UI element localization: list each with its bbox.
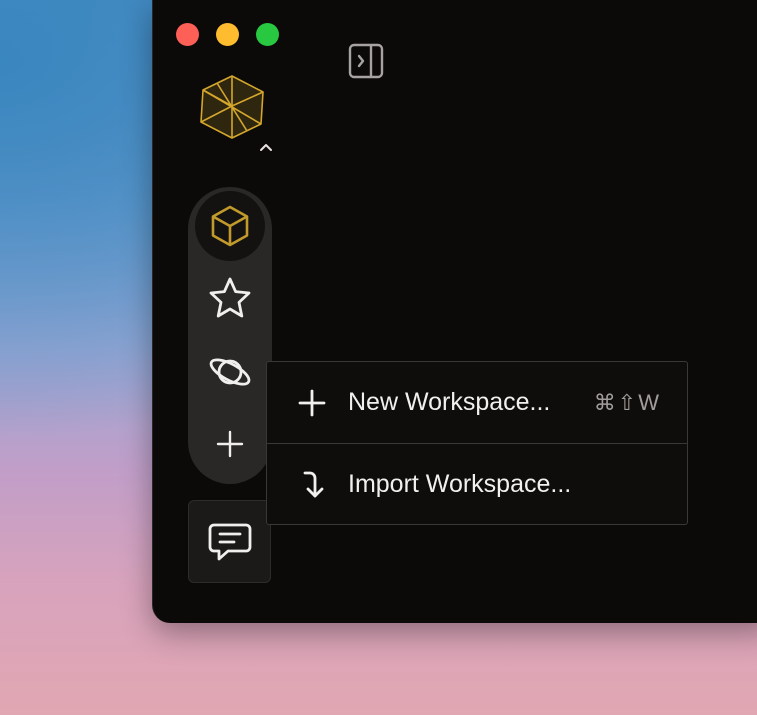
minimize-button[interactable] <box>216 23 239 46</box>
sidebar-toggle-icon <box>348 43 384 79</box>
workspace-context-menu: New Workspace... ⌘⇧W Import Workspace... <box>266 361 688 525</box>
desktop-background: New Workspace... ⌘⇧W Import Workspace... <box>0 0 757 715</box>
cube-workspace-icon <box>211 205 249 247</box>
chevron-up-icon <box>260 144 272 151</box>
keyboard-shortcut: ⌘⇧W <box>593 389 661 415</box>
plus-icon <box>216 430 244 458</box>
maximize-button[interactable] <box>256 23 279 46</box>
explore-button[interactable] <box>195 337 265 407</box>
menu-item-new-workspace[interactable]: New Workspace... ⌘⇧W <box>267 362 687 444</box>
import-arrow-icon <box>297 470 327 500</box>
star-icon <box>209 277 251 318</box>
app-window <box>152 0 757 623</box>
menu-item-label: Import Workspace... <box>348 470 572 498</box>
cube-logo-icon <box>200 75 264 139</box>
app-logo <box>197 74 267 140</box>
favorites-button[interactable] <box>195 263 265 333</box>
workspace-button-current[interactable] <box>195 191 265 261</box>
menu-item-label: New Workspace... <box>348 388 551 416</box>
add-workspace-button[interactable] <box>195 409 265 479</box>
chat-button[interactable] <box>188 500 271 583</box>
workspace-switcher-chevron[interactable] <box>257 140 275 154</box>
close-button[interactable] <box>176 23 199 46</box>
plus-icon <box>297 388 327 418</box>
planet-icon <box>209 358 251 386</box>
menu-item-import-workspace[interactable]: Import Workspace... <box>267 444 687 525</box>
sidebar-toggle-button[interactable] <box>347 42 385 80</box>
chat-bubble-icon <box>208 523 251 560</box>
workspace-rail <box>188 187 272 484</box>
